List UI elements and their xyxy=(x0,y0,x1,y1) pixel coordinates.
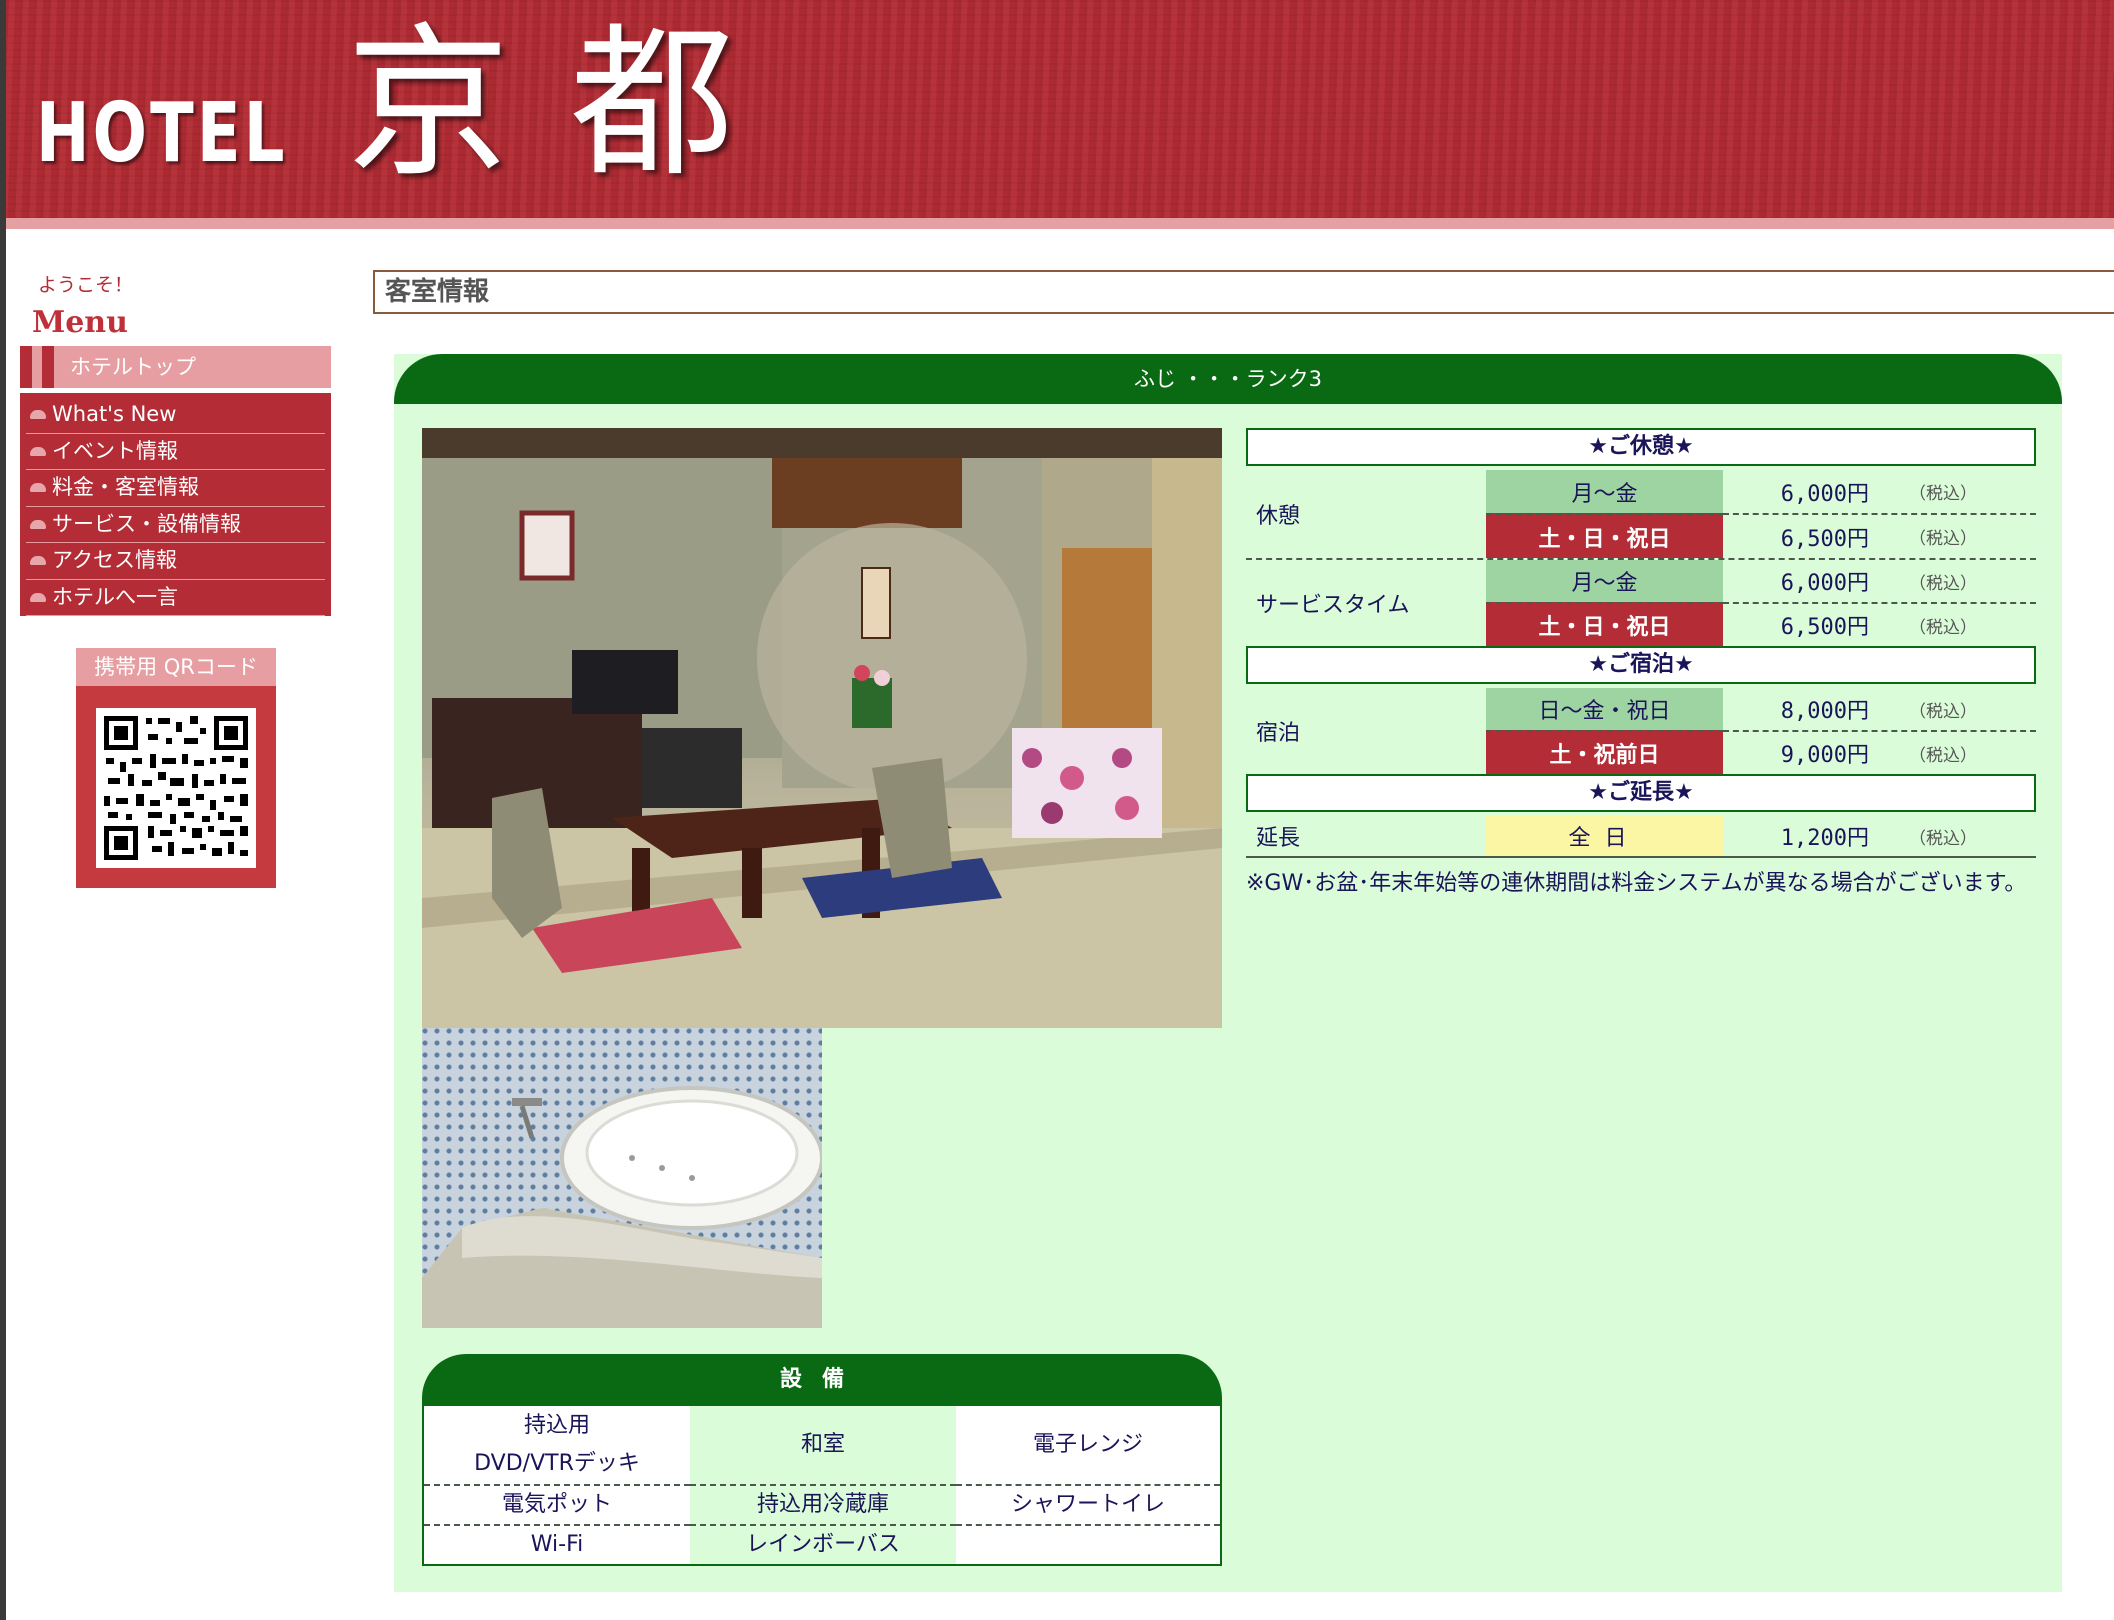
tax-label: （税込） xyxy=(1909,701,1977,722)
nav-item-services[interactable]: サービス・設備情報 xyxy=(26,507,325,543)
tax-label: （税込） xyxy=(1909,529,1977,549)
tax-label: （税込） xyxy=(1909,828,1977,849)
price-value: 9,000円 xyxy=(1780,743,1869,768)
rest-row: 休憩 月～金 土・日・祝日 6,000円 （税込） 6,500円 （税込） xyxy=(1246,470,2036,560)
window-edge xyxy=(0,0,6,1620)
room-panel: ふじ ・・・ランク3 ★ご休憩★ 休憩 月～金 土・日・祝日 6,000円 （税… xyxy=(394,354,2062,1592)
equipment-cell: 電気ポット xyxy=(424,1484,690,1524)
equipment-cell: レインボーバス xyxy=(690,1524,956,1564)
nav-hotel-top[interactable]: ホテルトップ xyxy=(20,346,331,388)
welcome-text: ようこそ！ xyxy=(38,274,134,296)
rest-section-header: ★ご休憩★ xyxy=(1246,428,2036,466)
nav-item-label: アクセス情報 xyxy=(52,548,177,573)
price-value: 6,000円 xyxy=(1780,571,1869,596)
equipment-cell xyxy=(956,1524,1220,1564)
extension-row: 延長 全日 1,200円 （税込） xyxy=(1246,816,2036,858)
bullet-icon xyxy=(30,446,46,456)
price-table: ★ご休憩★ 休憩 月～金 土・日・祝日 6,000円 （税込） 6,500円 （税込… xyxy=(1246,428,2036,904)
rest-label: 休憩 xyxy=(1256,504,1301,529)
stay-section-header: ★ご宿泊★ xyxy=(1246,646,2036,684)
equipment-cell: 電子レンジ xyxy=(956,1406,1220,1484)
price-value: 6,000円 xyxy=(1780,481,1869,507)
all-day-cell: 全日 xyxy=(1486,816,1723,856)
bullet-icon xyxy=(30,556,46,566)
extension-label: 延長 xyxy=(1256,826,1301,851)
nav-item-label: ホテルへ一言 xyxy=(52,584,178,609)
weekend-cell: 土・日・祝日 xyxy=(1486,602,1723,646)
qr-panel: 携帯用 QRコード xyxy=(76,648,276,888)
price-value: 6,500円 xyxy=(1780,615,1869,640)
nav-item-events[interactable]: イベント情報 xyxy=(26,434,325,470)
equipment-cell: 和室 xyxy=(690,1406,956,1484)
equipment-header: 設備 xyxy=(422,1354,1222,1406)
equipment-cell: 持込用冷蔵庫 xyxy=(690,1484,956,1524)
extension-section-header: ★ご延長★ xyxy=(1246,774,2036,812)
weekday-cell: 月～金 xyxy=(1486,560,1723,602)
room-photo[interactable] xyxy=(422,428,1222,1028)
nav-item-rates-rooms[interactable]: 料金・客室情報 xyxy=(26,470,325,507)
logo-kyoto-text[interactable]: 京都 xyxy=(346,22,794,186)
holiday-note: ※GW･お盆･年末年始等の連休期間は料金システムが異なる場合がございます。 xyxy=(1246,871,2027,896)
tax-label: （税込） xyxy=(1909,617,1977,638)
equipment-cell: Wi-Fi xyxy=(424,1524,690,1564)
weekend-cell: 土・日・祝日 xyxy=(1486,513,1723,558)
tax-label: （税込） xyxy=(1909,745,1977,766)
price-value: 1,200円 xyxy=(1780,826,1869,851)
bath-photo[interactable] xyxy=(422,1028,822,1328)
stay-row: 宿泊 日～金・祝日 土・祝前日 8,000円 （税込） 9,000円 （税込） xyxy=(1246,688,2036,774)
menu-title: Menu xyxy=(32,305,128,340)
room-name-header: ふじ ・・・ランク3 xyxy=(394,354,2062,404)
nav-item-label: 料金・客室情報 xyxy=(52,475,199,500)
price-value: 8,000円 xyxy=(1780,699,1869,724)
header-banner: HOTEL 京都 xyxy=(6,0,2114,218)
sidebar-menu: What's New イベント情報 料金・客室情報 サービス・設備情報 アクセス… xyxy=(20,393,331,616)
equipment-cell: 持込用 DVD/VTRデッキ xyxy=(424,1406,690,1484)
weekday-cell: 日～金・祝日 xyxy=(1486,688,1723,730)
nav-hotel-top-label: ホテルトップ xyxy=(70,355,196,379)
nav-item-whats-new[interactable]: What's New xyxy=(26,397,325,434)
accent-bar xyxy=(20,346,32,388)
weekday-cell: 月～金 xyxy=(1486,470,1723,513)
bullet-icon xyxy=(30,483,46,493)
bullet-icon xyxy=(30,519,46,529)
equipment-table: 設備 持込用 DVD/VTRデッキ 和室 電子レンジ 電気ポット 持込用冷蔵庫 … xyxy=(422,1354,1222,1566)
logo-hotel-text[interactable]: HOTEL xyxy=(36,86,288,181)
service-row: サービスタイム 月～金 土・日・祝日 6,000円 （税込） 6,500円 （税込） xyxy=(1246,560,2036,646)
bullet-icon xyxy=(30,592,46,602)
tax-label: （税込） xyxy=(1909,484,1977,504)
nav-item-label: What's New xyxy=(52,402,177,427)
service-label: サービスタイム xyxy=(1256,593,1410,618)
qr-code-image xyxy=(96,708,256,868)
qr-title: 携帯用 QRコード xyxy=(76,648,276,686)
header-band xyxy=(6,218,2114,229)
nav-item-label: サービス・設備情報 xyxy=(52,511,241,536)
stay-label: 宿泊 xyxy=(1256,721,1301,746)
weekend-cell: 土・祝前日 xyxy=(1486,730,1723,774)
page-title: 客室情報 xyxy=(373,270,2114,314)
equipment-cell: シャワートイレ xyxy=(956,1484,1220,1524)
accent-bar xyxy=(42,346,54,388)
tax-label: （税込） xyxy=(1909,573,1977,594)
nav-item-feedback[interactable]: ホテルへ一言 xyxy=(26,580,325,616)
price-value: 6,500円 xyxy=(1780,526,1869,552)
nav-item-access[interactable]: アクセス情報 xyxy=(26,543,325,580)
bullet-icon xyxy=(30,410,46,420)
nav-item-label: イベント情報 xyxy=(52,438,178,463)
